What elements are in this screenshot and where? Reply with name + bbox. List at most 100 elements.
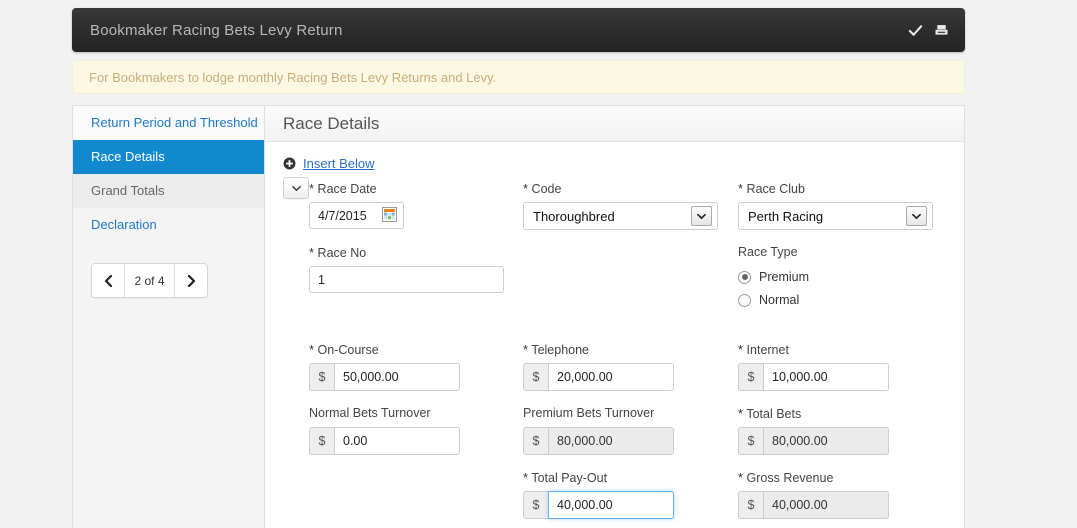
gross-revenue-input: 40,000.00 [763, 491, 889, 519]
currency-prefix: $ [523, 363, 548, 391]
pager-label: 2 of 4 [134, 273, 165, 288]
app-page: Bookmaker Racing Bets Levy Return For Bo… [0, 0, 1077, 528]
field-label: * Telephone [523, 342, 674, 358]
label-text: Telephone [531, 343, 590, 357]
sidebar-item-label: Return Period and Threshold [91, 115, 258, 130]
field-label: * Code [523, 181, 718, 197]
label-text: Internet [746, 343, 789, 357]
plus-circle-icon[interactable] [283, 157, 296, 170]
field-label: Race Type [738, 245, 809, 261]
field-normal-bets-turnover: Normal Bets Turnover $ 0.00 [309, 406, 460, 455]
required-marker: * [309, 342, 315, 357]
sidebar-item-race-details[interactable]: Race Details [73, 140, 264, 174]
section-header: Race Details [265, 106, 964, 142]
required-marker: * [523, 470, 529, 485]
sidebar-item-label: Grand Totals [91, 183, 165, 198]
page-title: Bookmaker Racing Bets Levy Return [90, 21, 343, 39]
field-label: * Gross Revenue [738, 470, 889, 486]
field-race-date: * Race Date 4/7/2015 [309, 181, 404, 229]
label-text: Premium Bets Turnover [523, 406, 655, 420]
sidebar-item-declaration[interactable]: Declaration [73, 208, 264, 242]
required-marker: * [738, 342, 744, 357]
titlebar-actions [908, 23, 949, 38]
sidebar: Return Period and Threshold Race Details… [73, 106, 265, 528]
total-payout-input[interactable]: 40,000.00 [548, 491, 674, 519]
label-text: Gross Revenue [746, 471, 834, 485]
sidebar-item-grand-totals[interactable]: Grand Totals [73, 174, 264, 208]
telephone-input-group: $ 20,000.00 [523, 363, 674, 391]
radio-option-premium[interactable]: Premium [738, 270, 809, 284]
currency-prefix: $ [738, 427, 763, 455]
insert-below-row: Insert Below [265, 142, 964, 171]
currency-prefix: $ [523, 491, 548, 519]
radio-icon-selected[interactable] [738, 270, 751, 284]
required-marker: * [309, 181, 315, 196]
required-marker: * [523, 181, 529, 196]
field-on-course: * On-Course $ 50,000.00 [309, 342, 460, 391]
pager-prev-button[interactable] [92, 264, 125, 297]
field-label: Normal Bets Turnover [309, 406, 460, 422]
race-no-input[interactable]: 1 [309, 266, 504, 293]
info-banner: For Bookmakers to lodge monthly Racing B… [72, 60, 965, 94]
chevron-down-icon[interactable] [691, 206, 712, 226]
row-expand-toggle[interactable] [283, 177, 309, 199]
code-select-value: Thoroughbred [533, 208, 615, 224]
field-code: * Code Thoroughbred [523, 181, 718, 230]
field-race-no: * Race No 1 [309, 245, 504, 293]
label-text: Race Club [746, 182, 805, 196]
window-titlebar: Bookmaker Racing Bets Levy Return [72, 8, 965, 52]
currency-prefix: $ [309, 363, 334, 391]
record-pager: 2 of 4 [91, 263, 208, 298]
race-club-select[interactable]: Perth Racing [738, 202, 933, 230]
on-course-input[interactable]: 50,000.00 [334, 363, 460, 391]
radio-icon-unselected[interactable] [738, 293, 751, 307]
radio-option-normal[interactable]: Normal [738, 293, 809, 307]
race-date-value: 4/7/2015 [318, 208, 367, 223]
currency-prefix: $ [738, 491, 763, 519]
internet-input-group: $ 10,000.00 [738, 363, 889, 391]
save-disk-icon[interactable] [934, 23, 949, 38]
field-total-payout: * Total Pay-Out $ 40,000.00 [523, 470, 674, 519]
label-text: Total Bets [746, 407, 802, 421]
info-banner-text: For Bookmakers to lodge monthly Racing B… [89, 69, 497, 85]
code-select[interactable]: Thoroughbred [523, 202, 718, 230]
field-internet: * Internet $ 10,000.00 [738, 342, 889, 391]
gross-revenue-input-group: $ 40,000.00 [738, 491, 889, 519]
internet-input[interactable]: 10,000.00 [763, 363, 889, 391]
field-label: * Total Bets [738, 406, 889, 422]
field-label: * Internet [738, 342, 889, 358]
main-content: Race Details Insert Below * Race Date 4/… [265, 106, 964, 528]
field-label: * Race Club [738, 181, 933, 197]
field-premium-bets-turnover: Premium Bets Turnover $ 80,000.00 [523, 406, 674, 455]
field-label: * Race No [309, 245, 504, 261]
field-race-type: Race Type Premium Normal [738, 245, 809, 316]
normal-bets-turnover-input[interactable]: 0.00 [334, 427, 460, 455]
label-text: Race No [317, 246, 367, 260]
calendar-icon[interactable] [382, 207, 397, 225]
required-marker: * [523, 342, 529, 357]
currency-prefix: $ [523, 427, 548, 455]
total-bets-input: 80,000.00 [763, 427, 889, 455]
check-icon[interactable] [908, 23, 923, 38]
race-date-input[interactable]: 4/7/2015 [309, 202, 404, 229]
required-marker: * [738, 406, 744, 421]
field-label: * On-Course [309, 342, 460, 358]
telephone-input[interactable]: 20,000.00 [548, 363, 674, 391]
race-club-select-value: Perth Racing [748, 208, 824, 224]
normal-bets-turnover-input-group: $ 0.00 [309, 427, 460, 455]
label-text: Total Pay-Out [531, 471, 608, 485]
race-no-value: 1 [318, 272, 325, 287]
pager-next-button[interactable] [174, 264, 207, 297]
currency-prefix: $ [738, 363, 763, 391]
race-details-form: * Race Date 4/7/2015 * Code Thoroughbred… [265, 171, 964, 519]
insert-below-link[interactable]: Insert Below [303, 156, 375, 171]
label-text: Normal Bets Turnover [309, 406, 431, 420]
field-label: * Total Pay-Out [523, 470, 674, 486]
sidebar-item-return-period[interactable]: Return Period and Threshold [73, 106, 264, 140]
chevron-down-icon[interactable] [906, 206, 927, 226]
content-panel: Return Period and Threshold Race Details… [72, 105, 965, 528]
field-race-club: * Race Club Perth Racing [738, 181, 933, 230]
premium-bets-turnover-input-group: $ 80,000.00 [523, 427, 674, 455]
radio-label: Normal [759, 293, 800, 307]
total-bets-input-group: $ 80,000.00 [738, 427, 889, 455]
